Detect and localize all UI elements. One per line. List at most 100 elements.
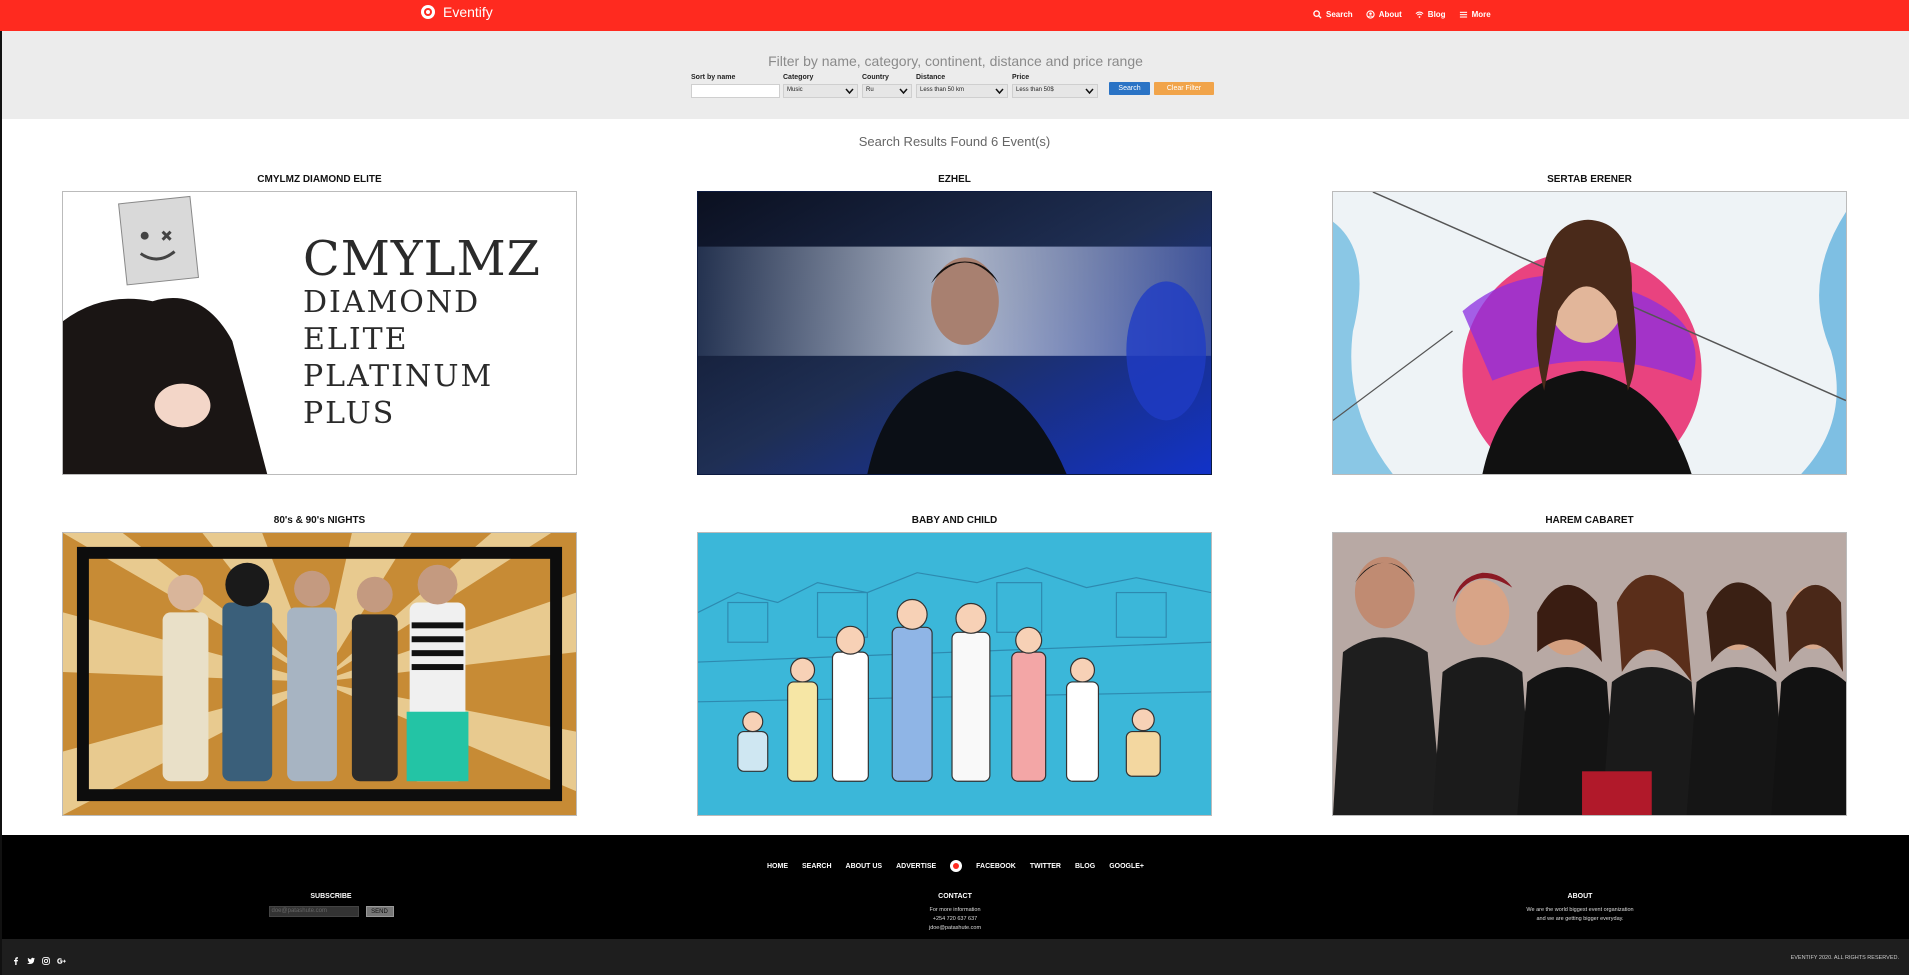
about-line: We are the world biggest event organizat… bbox=[1526, 907, 1634, 913]
harem-cabaret-photo bbox=[1333, 533, 1846, 815]
event-image[interactable] bbox=[62, 532, 577, 816]
distance-select[interactable]: Less than 50 km bbox=[916, 84, 1008, 98]
user-circle-icon bbox=[1366, 10, 1375, 19]
nav-more-label: More bbox=[1471, 10, 1491, 19]
price-select[interactable]: Less than 50$ bbox=[1012, 84, 1098, 98]
category-label: Category bbox=[783, 74, 814, 81]
contact-line: For more information bbox=[929, 907, 981, 913]
footer-link-search[interactable]: SEARCH bbox=[802, 863, 832, 870]
footer: HOME SEARCH ABOUT US ADVERTISE FACEBOOK … bbox=[2, 835, 1909, 939]
chevron-down-icon bbox=[1085, 88, 1094, 95]
country-field: Country Ru bbox=[862, 74, 912, 98]
footer-nav: HOME SEARCH ABOUT US ADVERTISE FACEBOOK … bbox=[2, 860, 1909, 872]
contact-heading: CONTACT bbox=[938, 893, 972, 900]
sort-field: Sort by name bbox=[691, 74, 780, 98]
chevron-down-icon bbox=[995, 88, 1004, 95]
distance-value: Less than 50 km bbox=[920, 87, 965, 93]
event-image[interactable]: CMYLMZ DIAMOND ELITE PLATINUM PLUS bbox=[62, 191, 577, 475]
clear-filter-button[interactable]: Clear Filter bbox=[1154, 82, 1214, 95]
event-image[interactable] bbox=[1332, 191, 1847, 475]
copyright: EVENTIFY 2020. ALL RIGHTS RESERVED. bbox=[1790, 955, 1899, 961]
category-field: Category Music bbox=[783, 74, 858, 98]
sort-by-name-input[interactable] bbox=[691, 84, 780, 98]
event-image[interactable] bbox=[697, 532, 1212, 816]
footer-about: ABOUT We are the world biggest event org… bbox=[1470, 893, 1690, 924]
search-icon bbox=[1313, 10, 1322, 19]
footer-contact: CONTACT For more information +254 720 63… bbox=[880, 893, 1030, 933]
footer-link-advertise[interactable]: ADVERTISE bbox=[896, 863, 936, 870]
social-links bbox=[12, 952, 66, 965]
category-value: Music bbox=[787, 87, 803, 93]
facebook-icon[interactable] bbox=[12, 952, 20, 965]
price-value: Less than 50$ bbox=[1016, 87, 1054, 93]
footer-link-twitter[interactable]: TWITTER bbox=[1030, 863, 1061, 870]
nav-blog-label: Blog bbox=[1427, 10, 1446, 19]
subscribe-send-button[interactable]: SEND bbox=[365, 906, 394, 917]
about-heading: ABOUT bbox=[1567, 893, 1593, 900]
country-select[interactable]: Ru bbox=[862, 84, 912, 98]
about-line: and we are getting bigger everyday. bbox=[1536, 916, 1624, 922]
event-title[interactable]: BABY AND CHILD bbox=[697, 515, 1212, 527]
nav-blog[interactable]: Blog bbox=[1415, 10, 1446, 19]
menu-icon bbox=[1459, 11, 1467, 18]
event-title[interactable]: 80's & 90's NIGHTS bbox=[62, 515, 577, 527]
baby-and-child-poster bbox=[698, 533, 1211, 815]
event-card[interactable]: HAREM CABARET bbox=[1332, 515, 1847, 816]
sort-label: Sort by name bbox=[691, 74, 736, 81]
event-card[interactable]: SERTAB ERENER bbox=[1332, 174, 1847, 475]
contact-email[interactable]: jdoe@patashute.com bbox=[880, 924, 1030, 933]
event-card[interactable]: EZHEL bbox=[697, 174, 1212, 475]
footer-link-about-us[interactable]: ABOUT US bbox=[846, 863, 883, 870]
distance-label: Distance bbox=[916, 74, 946, 81]
search-button[interactable]: Search bbox=[1109, 82, 1150, 95]
footer-link-google-plus[interactable]: GOOGLE+ bbox=[1109, 863, 1144, 870]
event-image[interactable] bbox=[1332, 532, 1847, 816]
ezhel-photo bbox=[698, 192, 1211, 474]
bottom-bar: EVENTIFY 2020. ALL RIGHTS RESERVED. bbox=[2, 939, 1909, 975]
category-select[interactable]: Music bbox=[783, 84, 858, 98]
poster-text: CMYLMZ DIAMOND ELITE PLATINUM PLUS bbox=[303, 231, 541, 431]
twitter-icon[interactable] bbox=[27, 952, 35, 964]
wifi-icon bbox=[1415, 11, 1424, 18]
event-card[interactable]: BABY AND CHILD bbox=[697, 515, 1212, 816]
eventify-logo-icon bbox=[421, 5, 435, 19]
filter-title: Filter by name, category, continent, dis… bbox=[768, 53, 1143, 69]
contact-phone: +254 720 637 637 bbox=[932, 916, 978, 922]
instagram-icon[interactable] bbox=[42, 952, 50, 965]
nav-search[interactable]: Search bbox=[1313, 10, 1353, 19]
event-card[interactable]: CMYLMZ DIAMOND ELITE CMYLMZ DIAMOND ELIT… bbox=[62, 174, 577, 475]
nav-search-label: Search bbox=[1326, 10, 1353, 19]
top-navbar: Eventify Search About Blog More bbox=[0, 0, 1909, 31]
nav-about[interactable]: About bbox=[1366, 10, 1402, 19]
chevron-down-icon bbox=[845, 88, 854, 95]
footer-link-home[interactable]: HOME bbox=[767, 863, 788, 870]
event-title[interactable]: HAREM CABARET bbox=[1332, 515, 1847, 527]
country-value: Ru bbox=[866, 87, 874, 93]
event-card[interactable]: 80's & 90's NIGHTS bbox=[62, 515, 577, 816]
google-plus-icon[interactable] bbox=[57, 952, 66, 964]
eventify-logo-icon[interactable] bbox=[950, 860, 963, 872]
80s-90s-nights-poster bbox=[63, 533, 576, 815]
nav-about-label: About bbox=[1378, 10, 1402, 19]
event-title[interactable]: CMYLMZ DIAMOND ELITE bbox=[62, 174, 577, 186]
subscribe-heading: SUBSCRIBE bbox=[310, 893, 352, 900]
subscribe-email-input[interactable]: doe@patashute.com bbox=[268, 906, 359, 917]
filter-panel: Filter by name, category, continent, dis… bbox=[2, 31, 1909, 119]
event-title[interactable]: SERTAB ERENER bbox=[1332, 174, 1847, 186]
country-label: Country bbox=[862, 74, 889, 81]
brand[interactable]: Eventify bbox=[421, 4, 493, 20]
event-title[interactable]: EZHEL bbox=[697, 174, 1212, 186]
price-field: Price Less than 50$ bbox=[1012, 74, 1098, 98]
footer-link-facebook[interactable]: FACEBOOK bbox=[976, 863, 1016, 870]
chevron-down-icon bbox=[899, 88, 908, 95]
brand-name: Eventify bbox=[443, 4, 493, 20]
nav-links: Search About Blog More bbox=[1313, 10, 1491, 19]
event-image[interactable] bbox=[697, 191, 1212, 475]
distance-field: Distance Less than 50 km bbox=[916, 74, 1008, 98]
footer-subscribe: SUBSCRIBE doe@patashute.com SEND bbox=[256, 893, 406, 917]
sertab-erener-poster bbox=[1333, 192, 1846, 474]
footer-link-blog[interactable]: BLOG bbox=[1075, 863, 1095, 870]
nav-more[interactable]: More bbox=[1459, 10, 1491, 19]
results-title: Search Results Found 6 Event(s) bbox=[858, 134, 1051, 149]
price-label: Price bbox=[1012, 74, 1030, 81]
